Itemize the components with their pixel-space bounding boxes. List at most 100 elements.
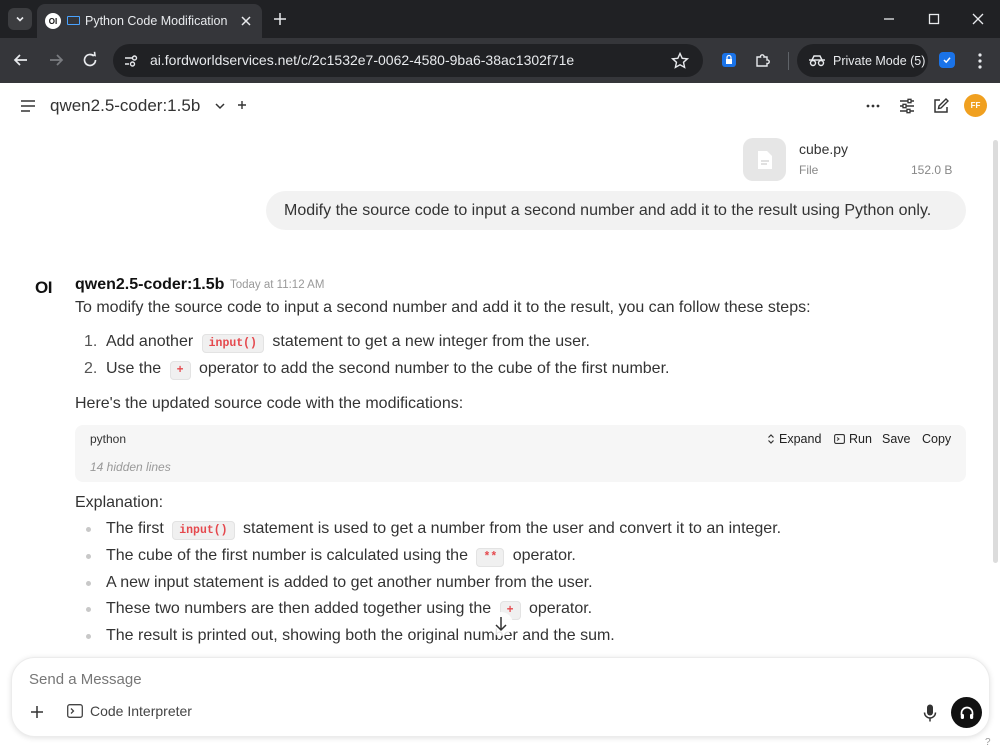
back-arrow-icon[interactable]: [11, 50, 31, 70]
list-item-text: operator.: [528, 600, 593, 617]
expand-chevrons-icon: [768, 434, 774, 444]
browser-tab-active[interactable]: OI Python Code Modification -: [37, 4, 262, 38]
laptop-icon: [67, 15, 80, 25]
bookmark-star-icon[interactable]: [670, 51, 690, 71]
file-type: File: [799, 163, 819, 177]
microphone-icon[interactable]: [922, 703, 938, 723]
file-document-icon: [743, 138, 786, 181]
bullet-dot: [86, 634, 91, 639]
maximize-icon[interactable]: [925, 10, 943, 28]
file-attachment-card[interactable]: cube.py File 152.0 B: [743, 138, 968, 188]
code-interpreter-label: Code Interpreter: [90, 703, 192, 719]
list-item-text: The result is printed out, showing both …: [106, 627, 615, 644]
reload-icon[interactable]: [80, 50, 100, 70]
forward-arrow-icon[interactable]: [46, 50, 66, 70]
hidden-lines-label[interactable]: 14 hidden lines: [90, 460, 171, 474]
file-size: 152.0 B: [911, 163, 953, 177]
copy-button[interactable]: Copy: [922, 432, 951, 446]
list-item: Use the + operator to add the second num…: [106, 360, 670, 380]
list-item-text: operator to add the second number to the…: [198, 360, 670, 377]
new-tab-icon[interactable]: [271, 10, 289, 28]
message-composer: Send a Message Code Interpreter: [11, 657, 990, 737]
shield-check-icon[interactable]: [939, 52, 955, 68]
private-mode-label: Private Mode (5): [833, 53, 926, 68]
list-item-text: operator.: [512, 547, 576, 564]
bullet-dot: [86, 554, 91, 559]
response-intro: To modify the source code to input a sec…: [75, 299, 811, 316]
user-message-bubble: Modify the source code to input a second…: [266, 191, 966, 230]
address-bar[interactable]: ai.fordworldservices.net/c/2c1532e7-0062…: [113, 44, 703, 77]
browser-menu-icon[interactable]: [972, 51, 988, 71]
url-text: ai.fordworldservices.net/c/2c1532e7-0062…: [150, 52, 575, 68]
terminal-icon: [67, 704, 83, 718]
chevron-down-icon: [16, 16, 24, 22]
list-item-number: 2.: [84, 360, 98, 377]
assistant-logo: OI: [35, 278, 52, 297]
lock-extension-icon[interactable]: [720, 51, 738, 69]
list-item-text: These two numbers are then added togethe…: [106, 600, 492, 617]
voice-mode-button[interactable]: [951, 697, 982, 728]
sidebar-toggle-icon[interactable]: [19, 98, 37, 114]
extensions-puzzle-icon[interactable]: [754, 51, 772, 69]
close-window-icon[interactable]: [969, 10, 987, 28]
code-language-label: python: [90, 432, 127, 446]
list-item-text: The first: [106, 520, 164, 537]
list-item-text: The cube of the first number is calculat…: [106, 547, 468, 564]
list-item: The first input() statement is used to g…: [106, 520, 782, 540]
list-item-text: Add another: [106, 333, 194, 350]
terminal-icon: [834, 434, 845, 444]
controls-sliders-icon[interactable]: [898, 97, 916, 115]
incognito-icon: [809, 54, 825, 66]
toolbar-separator: [788, 52, 789, 70]
list-item-text: Use the: [106, 360, 162, 377]
minimize-icon[interactable]: [880, 10, 898, 28]
scroll-to-bottom-button[interactable]: [489, 612, 513, 636]
help-button[interactable]: ?: [985, 737, 991, 748]
site-settings-icon[interactable]: [123, 53, 139, 69]
list-item: A new input statement is added to get an…: [106, 574, 593, 592]
headphones-icon: [960, 706, 973, 719]
user-avatar[interactable]: FF: [964, 94, 987, 117]
private-mode-button[interactable]: Private Mode (5): [797, 44, 928, 77]
list-item-text: statement to get a new integer from the …: [272, 333, 590, 350]
more-options-icon[interactable]: [864, 97, 882, 115]
inline-code: input(): [201, 334, 264, 353]
message-input[interactable]: Send a Message: [29, 671, 142, 688]
chat-scrollbar[interactable]: [993, 140, 998, 563]
list-item: The cube of the first number is calculat…: [106, 547, 576, 567]
list-item: The result is printed out, showing both …: [106, 627, 615, 645]
app-header: qwen2.5-coder:1.5b FF: [0, 83, 1000, 129]
run-label: Run: [849, 432, 872, 446]
new-chat-edit-icon[interactable]: [932, 97, 950, 115]
arrow-down-icon: [495, 617, 507, 632]
response-timestamp: Today at 11:12 AM: [230, 279, 325, 291]
code-intro-text: Here's the updated source code with the …: [75, 395, 464, 412]
list-item-text: A new input statement is added to get an…: [106, 574, 593, 591]
add-attachment-icon[interactable]: [29, 704, 45, 720]
expand-button[interactable]: Expand: [767, 432, 821, 446]
code-interpreter-toggle[interactable]: Code Interpreter: [67, 703, 192, 719]
browser-toolbar: ai.fordworldservices.net/c/2c1532e7-0062…: [0, 38, 1000, 83]
list-item: These two numbers are then added togethe…: [106, 600, 593, 620]
add-model-icon[interactable]: [235, 98, 249, 112]
list-item: Add another input() statement to get a n…: [106, 333, 590, 353]
model-selector[interactable]: qwen2.5-coder:1.5b: [50, 96, 200, 116]
expand-label: Expand: [779, 432, 822, 446]
tab-title: Python Code Modification -: [85, 14, 227, 28]
inline-code: input(): [172, 521, 235, 540]
browser-tab-bar: OI Python Code Modification -: [0, 0, 1000, 38]
inline-code: +: [169, 361, 191, 380]
tab-search-button[interactable]: [8, 8, 32, 30]
bullet-dot: [86, 527, 91, 532]
bullet-dot: [86, 581, 91, 586]
chevron-down-icon[interactable]: [213, 99, 227, 113]
close-tab-icon[interactable]: [238, 13, 254, 29]
list-item-text: statement is used to get a number from t…: [243, 520, 782, 537]
inline-code: **: [476, 548, 505, 567]
code-block: python Expand Run Save Copy 14 hidden li…: [75, 425, 966, 482]
bullet-dot: [86, 607, 91, 612]
run-button[interactable]: Run: [834, 432, 872, 446]
explanation-label: Explanation:: [75, 494, 164, 511]
save-button[interactable]: Save: [882, 432, 911, 446]
response-model-name: qwen2.5-coder:1.5b: [75, 276, 225, 293]
